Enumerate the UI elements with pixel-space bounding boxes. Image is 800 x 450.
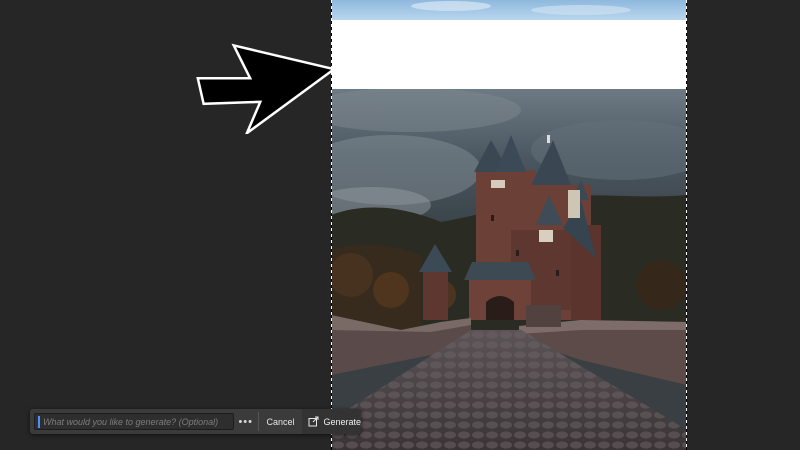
arrow-right-icon xyxy=(196,43,335,134)
castle-photo xyxy=(331,0,687,450)
selection-fill xyxy=(331,20,687,89)
document-canvas[interactable] xyxy=(331,0,687,450)
sky-strip xyxy=(331,0,687,20)
ellipsis-icon[interactable]: ••• xyxy=(234,409,258,434)
generate-label: Generate xyxy=(323,416,361,427)
cancel-button[interactable]: Cancel xyxy=(258,409,302,434)
generate-icon xyxy=(308,416,319,427)
prompt-field[interactable] xyxy=(34,413,234,430)
prompt-input[interactable] xyxy=(40,414,233,429)
generate-button[interactable]: Generate xyxy=(302,409,361,434)
generative-fill-bar: ••• Cancel Generate xyxy=(30,409,361,434)
